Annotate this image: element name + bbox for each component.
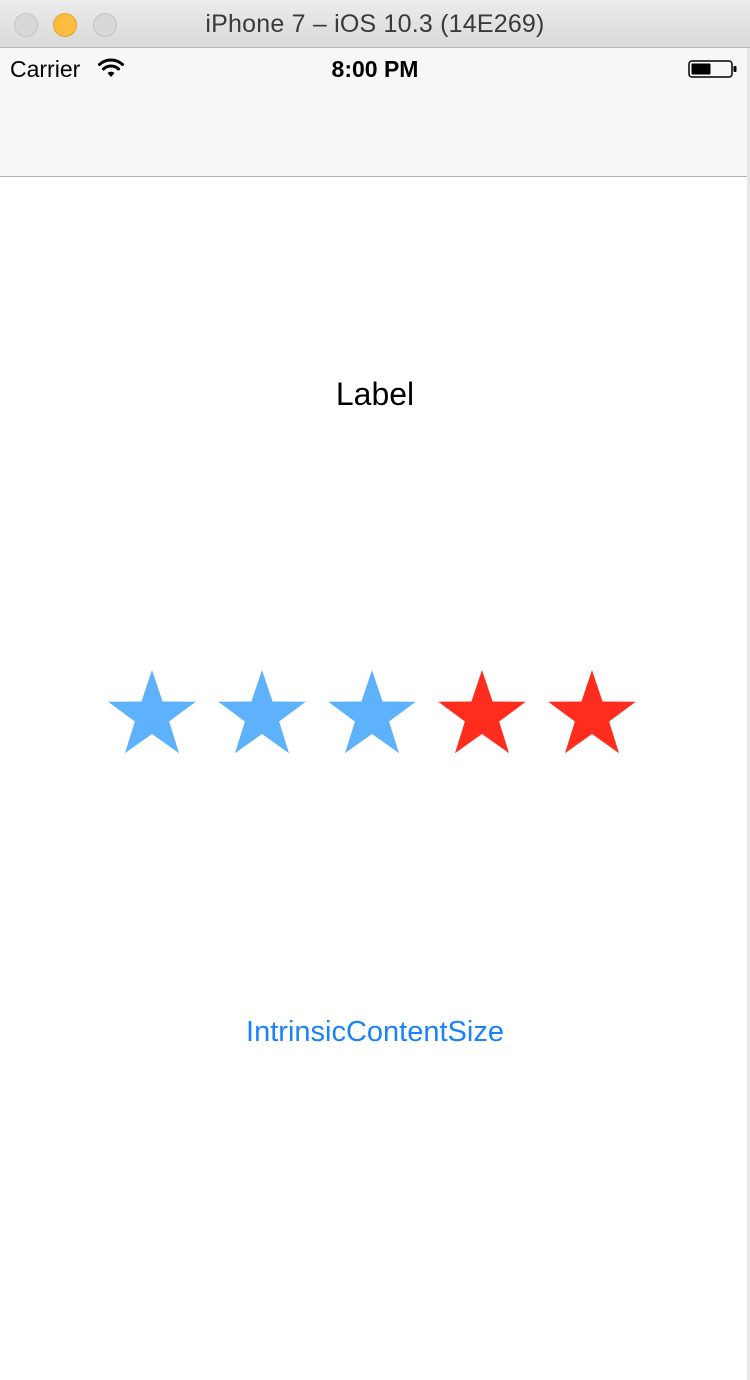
star-empty-icon[interactable] — [438, 668, 526, 754]
intrinsic-content-size-button[interactable]: IntrinsicContentSize — [0, 1016, 750, 1049]
star-filled-icon[interactable] — [218, 668, 306, 754]
window-title: iPhone 7 – iOS 10.3 (14E269) — [205, 10, 545, 38]
battery-icon — [688, 60, 737, 78]
status-time: 8:00 PM — [331, 56, 419, 82]
star-shape — [548, 670, 636, 754]
star-shape — [108, 670, 196, 754]
simulator-window: iPhone 7 – iOS 10.3 (14E269) Carrier 8:0… — [0, 0, 750, 1380]
navigation-bar: Carrier 8:00 PM — [0, 48, 750, 177]
star-filled-icon[interactable] — [108, 668, 196, 754]
title-label: Label — [335, 376, 415, 412]
star-filled-icon[interactable] — [328, 668, 416, 754]
star-shape — [438, 670, 526, 754]
title-bar: iPhone 7 – iOS 10.3 (14E269) — [0, 0, 750, 48]
star-shape — [218, 670, 306, 754]
star-shape — [328, 670, 416, 754]
star-empty-icon[interactable] — [548, 668, 636, 754]
star-rating-control[interactable] — [108, 668, 638, 754]
